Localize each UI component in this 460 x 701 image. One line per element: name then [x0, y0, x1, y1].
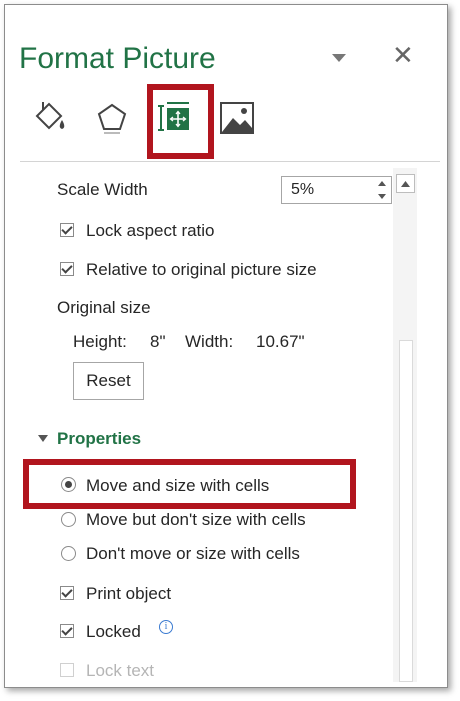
move-no-size-radio[interactable] [61, 512, 76, 527]
properties-section-title[interactable]: Properties [57, 429, 141, 449]
close-pane-button[interactable]: ✕ [392, 40, 414, 70]
locked-checkbox[interactable] [60, 624, 74, 638]
pane-title: Format Picture [19, 42, 216, 75]
scroll-up-button[interactable] [396, 174, 415, 193]
lock-text-label: Lock text [86, 661, 155, 680]
locked-label: Locked [86, 622, 141, 641]
original-width-value: 10.67" [256, 332, 305, 351]
move-no-size-label: Move but don't size with cells [86, 510, 306, 529]
fill-line-tab[interactable] [29, 98, 69, 138]
collapse-triangle-icon[interactable] [38, 435, 48, 442]
relative-size-label: Relative to original picture size [86, 260, 317, 279]
original-height-label: Height: [73, 332, 127, 351]
scale-width-value: 5% [291, 181, 315, 198]
option-highlight [23, 459, 356, 509]
reset-button[interactable]: Reset [73, 362, 144, 400]
pane-options-dropdown[interactable] [332, 54, 346, 62]
original-height-value: 8" [150, 332, 166, 351]
scrollbar-thumb[interactable] [399, 340, 413, 682]
fill-line-icon [35, 102, 65, 130]
spinner-up-icon[interactable] [378, 181, 386, 186]
header-divider [20, 161, 440, 162]
active-tab-highlight [147, 84, 214, 159]
lock-aspect-checkbox[interactable] [60, 223, 74, 237]
original-width-label: Width: [185, 332, 234, 351]
lock-text-checkbox [60, 663, 74, 677]
no-move-size-label: Don't move or size with cells [86, 544, 300, 563]
print-object-label: Print object [86, 584, 172, 603]
effects-icon [97, 103, 127, 134]
relative-size-checkbox[interactable] [60, 262, 74, 276]
no-move-size-radio[interactable] [61, 546, 76, 561]
picture-tab[interactable] [217, 98, 257, 138]
chevron-up-icon [401, 180, 410, 187]
spinner-down-icon[interactable] [378, 194, 386, 199]
info-icon[interactable]: i [159, 620, 173, 634]
scale-width-label: Scale Width [57, 180, 148, 199]
scale-width-spinner[interactable]: 5% [281, 176, 392, 204]
effects-tab[interactable] [92, 98, 132, 138]
picture-icon [220, 102, 254, 134]
original-size-label: Original size [57, 298, 151, 317]
print-object-checkbox[interactable] [60, 586, 74, 600]
lock-aspect-label: Lock aspect ratio [86, 221, 215, 240]
